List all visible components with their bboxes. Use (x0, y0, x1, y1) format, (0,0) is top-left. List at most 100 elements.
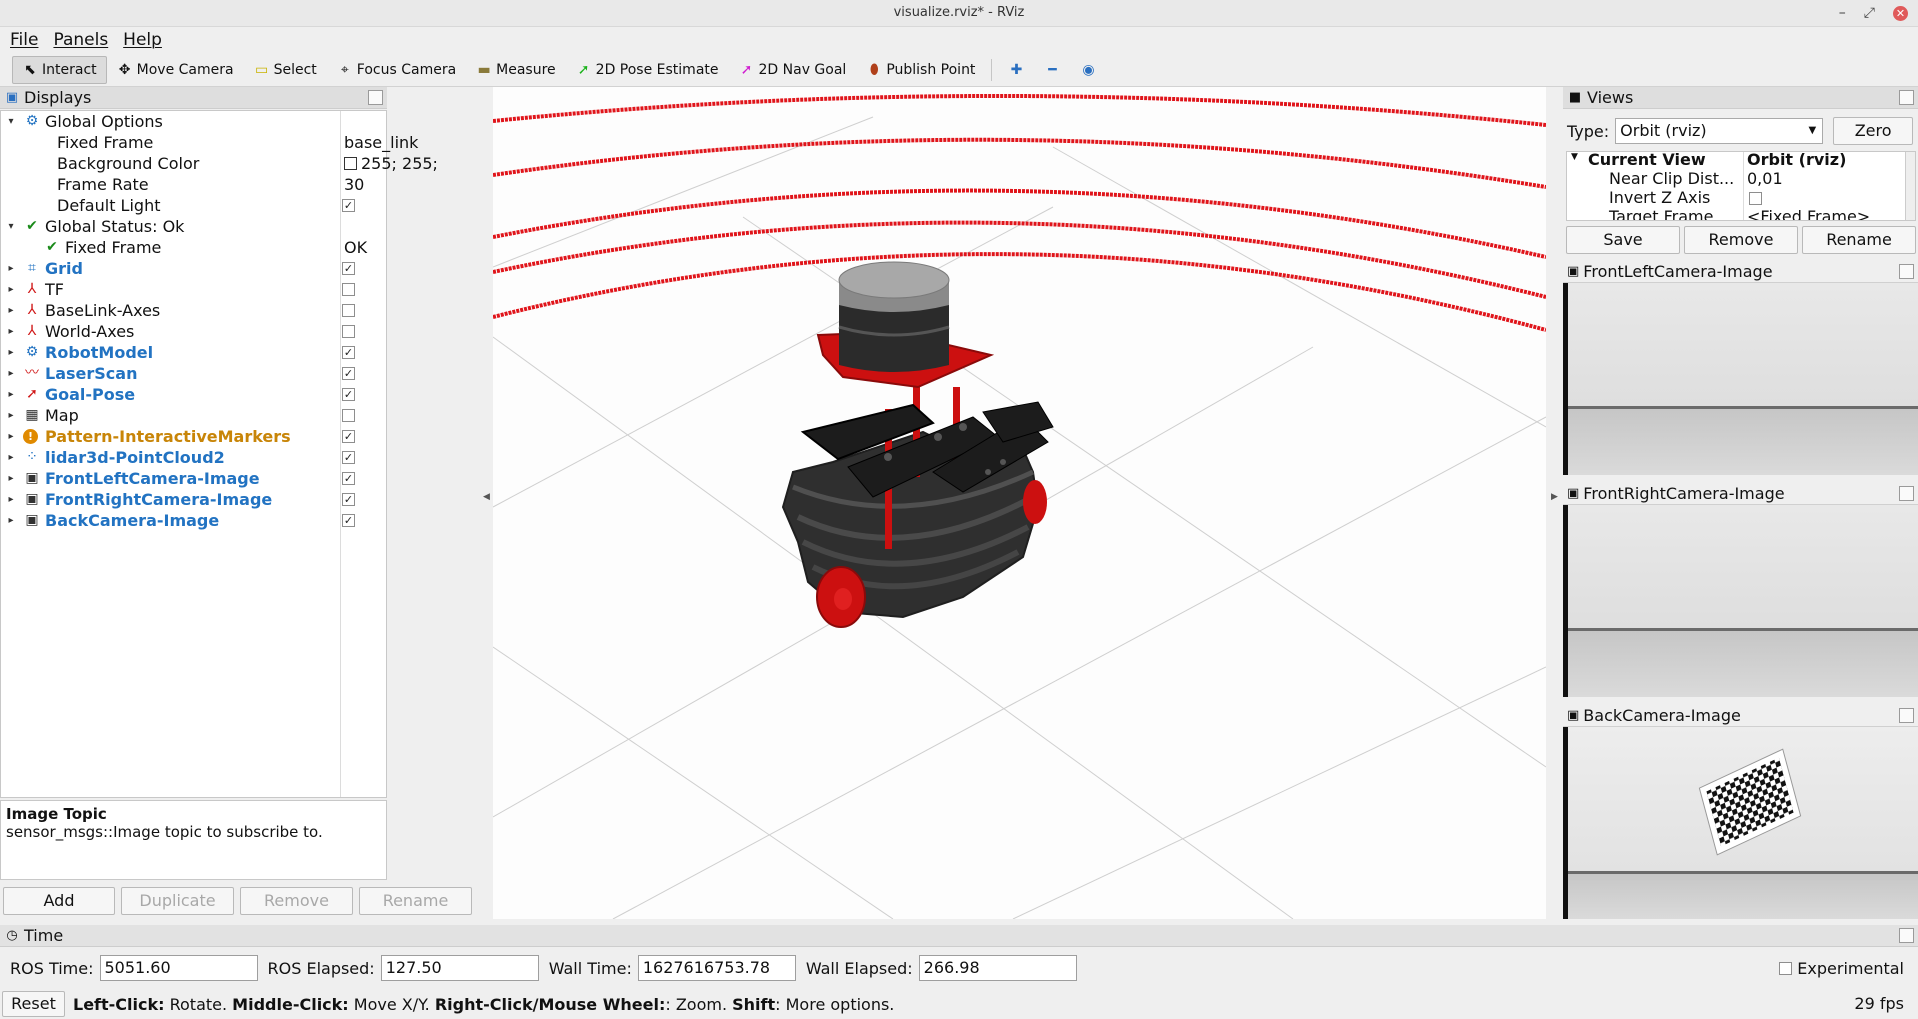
display-value[interactable]: base_link (344, 132, 418, 153)
display-enabled-checkbox[interactable] (342, 514, 355, 527)
expand-arrow-icon[interactable]: ▸ (5, 279, 17, 300)
save-view-button[interactable]: Save (1566, 226, 1680, 254)
display-row[interactable]: ▸ ▣ BackCamera-Image (1, 510, 386, 531)
expand-arrow-icon[interactable]: ▸ (5, 300, 17, 321)
near-clip-value[interactable]: 0,01 (1747, 169, 1783, 188)
view-type-select[interactable]: Orbit (rviz) ▼ (1615, 118, 1824, 144)
publish-point-tool-button[interactable]: ⬮ Publish Point (856, 56, 985, 84)
float-panel-button[interactable] (1899, 486, 1914, 501)
display-row[interactable]: ▸ ⚙ RobotModel (1, 342, 386, 363)
wall-elapsed-field[interactable]: 266.98 (918, 955, 1077, 981)
left-splitter[interactable]: ◀ (480, 87, 493, 919)
right-splitter[interactable]: ▶ (1546, 87, 1563, 919)
display-row[interactable]: Default Light (1, 195, 386, 216)
display-row[interactable]: ▾ ✔ Global Status: Ok (1, 216, 386, 237)
display-value[interactable]: OK (344, 237, 367, 258)
display-row[interactable]: ▸ ⌗ Grid (1, 258, 386, 279)
minimize-icon[interactable]: – (1839, 0, 1846, 26)
expand-arrow-icon[interactable]: ▼ (1571, 152, 1578, 162)
menu-help[interactable]: Help (123, 30, 162, 50)
3d-scene[interactable] (493, 87, 1546, 919)
rename-view-button[interactable]: Rename (1802, 226, 1916, 254)
display-row[interactable]: ▸ ⁘ lidar3d-PointCloud2 (1, 447, 386, 468)
expand-arrow-icon[interactable]: ▸ (5, 321, 17, 342)
display-enabled-checkbox[interactable] (342, 283, 355, 296)
float-panel-button[interactable] (1899, 264, 1914, 279)
display-enabled-checkbox[interactable] (342, 451, 355, 464)
expand-arrow-icon[interactable]: ▸ (5, 342, 17, 363)
focus-camera-tool-button[interactable]: ⌖ Focus Camera (327, 56, 466, 84)
display-row[interactable]: ▸ 〰 LaserScan (1, 363, 386, 384)
display-row[interactable]: Fixed Frame base_link (1, 132, 418, 153)
experimental-option[interactable]: Experimental (1779, 959, 1904, 978)
display-enabled-checkbox[interactable] (342, 199, 355, 212)
display-enabled-checkbox[interactable] (342, 304, 355, 317)
display-enabled-checkbox[interactable] (342, 262, 355, 275)
remove-display-button[interactable]: Remove (240, 887, 353, 915)
experimental-checkbox[interactable] (1779, 962, 1793, 975)
display-row[interactable]: ▾ ⚙ Global Options (1, 111, 386, 132)
expand-arrow-icon[interactable]: ▸ (5, 384, 17, 405)
scrollbar[interactable] (1905, 152, 1915, 220)
color-swatch[interactable] (344, 157, 357, 170)
remove-tool-button[interactable]: ━ (1034, 56, 1070, 84)
add-display-button[interactable]: Add (3, 887, 115, 915)
collapse-arrow-icon[interactable]: ▾ (5, 216, 17, 237)
display-enabled-checkbox[interactable] (342, 409, 355, 422)
display-enabled-checkbox[interactable] (342, 388, 355, 401)
display-enabled-checkbox[interactable] (342, 346, 355, 359)
expand-arrow-icon[interactable]: ▸ (5, 447, 17, 468)
collapse-arrow-icon[interactable]: ▾ (5, 111, 17, 132)
reset-button[interactable]: Reset (2, 991, 65, 1017)
display-value[interactable]: 30 (344, 174, 364, 195)
move-camera-tool-button[interactable]: ✥ Move Camera (107, 56, 244, 84)
expand-arrow-icon[interactable]: ▸ (5, 363, 17, 384)
expand-arrow-icon[interactable]: ▸ (5, 468, 17, 489)
display-value[interactable]: 255; 255; (344, 153, 438, 174)
wall-time-field[interactable]: 1627616753.78 (637, 955, 796, 981)
expand-arrow-icon[interactable]: ▸ (5, 510, 17, 531)
duplicate-display-button[interactable]: Duplicate (121, 887, 234, 915)
measure-tool-button[interactable]: ▬ Measure (466, 56, 566, 84)
target-frame-value[interactable]: <Fixed Frame> (1747, 207, 1870, 220)
remove-view-button[interactable]: Remove (1684, 226, 1798, 254)
display-enabled-checkbox[interactable] (342, 493, 355, 506)
zero-button[interactable]: Zero (1833, 117, 1914, 145)
float-panel-button[interactable] (1899, 90, 1914, 105)
collapse-left-icon[interactable]: ◀ (483, 492, 490, 502)
display-row[interactable]: ▸ ⅄ TF (1, 279, 386, 300)
render-viewport[interactable] (493, 87, 1546, 919)
interact-tool-button[interactable]: ⬉ Interact (12, 55, 107, 84)
display-row[interactable]: ▸ ▣ FrontRightCamera-Image (1, 489, 386, 510)
display-row[interactable]: ▸ ⅄ BaseLink-Axes (1, 300, 386, 321)
close-icon[interactable]: ✕ (1893, 5, 1908, 21)
display-row[interactable]: ✔ Fixed Frame OK (1, 237, 386, 258)
tool-properties-button[interactable]: ◉ (1070, 56, 1106, 84)
expand-arrow-icon[interactable]: ▸ (5, 405, 17, 426)
display-row[interactable]: ▸ ▣ FrontLeftCamera-Image (1, 468, 386, 489)
display-enabled-checkbox[interactable] (342, 472, 355, 485)
display-row[interactable]: ▸ ▦ Map (1, 405, 386, 426)
float-panel-button[interactable] (1899, 708, 1914, 723)
display-row[interactable]: Frame Rate 30 (1, 174, 386, 195)
display-enabled-checkbox[interactable] (342, 367, 355, 380)
expand-arrow-icon[interactable]: ▸ (5, 258, 17, 279)
float-panel-button[interactable] (1899, 928, 1914, 943)
expand-arrow-icon[interactable]: ▸ (5, 489, 17, 510)
menu-file[interactable]: File (10, 30, 38, 50)
display-row[interactable]: Background Color 255; 255; (1, 153, 438, 174)
display-enabled-checkbox[interactable] (342, 325, 355, 338)
ros-elapsed-field[interactable]: 127.50 (380, 955, 539, 981)
maximize-icon[interactable]: ⤢ (1864, 0, 1875, 26)
display-enabled-checkbox[interactable] (342, 430, 355, 443)
menu-panels[interactable]: Panels (53, 30, 108, 50)
invert-z-checkbox[interactable] (1749, 192, 1762, 205)
display-row[interactable]: ▸ ➚ Goal-Pose (1, 384, 386, 405)
pose-estimate-tool-button[interactable]: ➚ 2D Pose Estimate (566, 56, 729, 84)
select-tool-button[interactable]: ▭ Select (244, 56, 327, 84)
collapse-right-icon[interactable]: ▶ (1551, 492, 1558, 502)
add-tool-button[interactable]: ✚ (998, 56, 1034, 84)
display-row[interactable]: ▸! Pattern-InteractiveMarkers (1, 426, 386, 447)
expand-arrow-icon[interactable]: ▸ (5, 426, 17, 447)
nav-goal-tool-button[interactable]: ➚ 2D Nav Goal (729, 56, 857, 84)
